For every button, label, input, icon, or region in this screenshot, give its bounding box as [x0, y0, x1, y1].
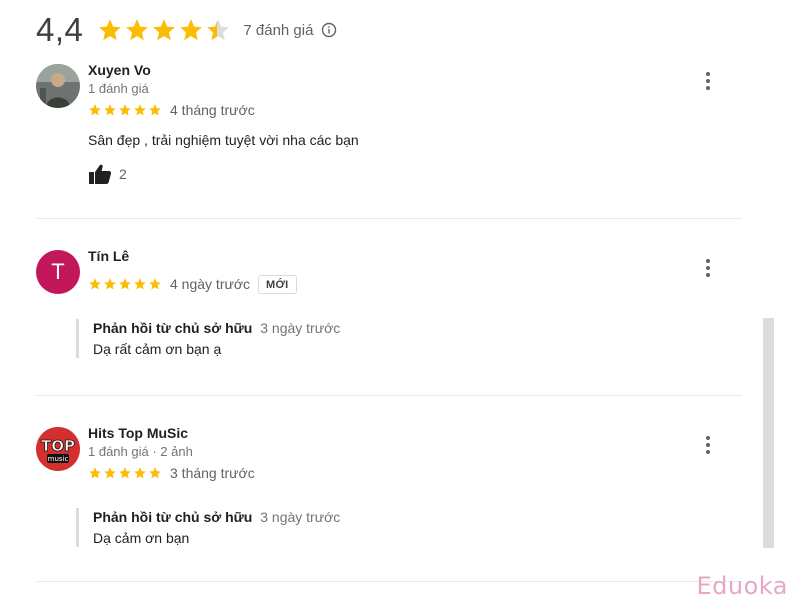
- avatar[interactable]: [36, 64, 80, 108]
- star-icon: [119, 278, 131, 290]
- scrollbar-thumb[interactable]: [763, 318, 774, 548]
- svg-text:TOP: TOP: [41, 437, 75, 455]
- dot: [706, 450, 710, 454]
- divider: [36, 395, 742, 396]
- avatar-letter: T: [51, 259, 65, 284]
- star-icon: [153, 19, 176, 41]
- watermark-logo: Eduoka: [696, 572, 788, 600]
- info-icon[interactable]: [321, 22, 337, 38]
- reviewer-name[interactable]: Tín Lê: [88, 248, 702, 265]
- star-icon: [104, 278, 116, 290]
- average-score: 4,4: [36, 11, 84, 48]
- divider: [36, 218, 742, 219]
- reply-title: Phản hồi từ chủ sở hữu: [93, 509, 253, 525]
- owner-reply: Phản hồi từ chủ sở hữu 3 ngày trước Dạ r…: [76, 319, 702, 358]
- star-icon: [89, 104, 101, 116]
- star-icon: [149, 467, 161, 479]
- top-music-logo-icon: TOP music: [36, 427, 80, 471]
- review-time: 4 ngày trước: [170, 276, 251, 292]
- more-options-button[interactable]: [704, 259, 712, 277]
- more-options-button[interactable]: [704, 72, 712, 90]
- thumbs-up-icon: [89, 164, 112, 184]
- star-icon: [104, 104, 116, 116]
- reviewer-meta: 1 đánh giá: [88, 81, 149, 96]
- star-icon: [149, 104, 161, 116]
- star-icon: [134, 467, 146, 479]
- partial-star-icon: [207, 19, 230, 41]
- new-badge: MỚI: [258, 274, 297, 294]
- star-icon: [104, 467, 116, 479]
- reply-title: Phản hồi từ chủ sở hữu: [93, 320, 253, 336]
- dot: [706, 273, 710, 277]
- like-count: 2: [119, 166, 127, 182]
- dot: [706, 436, 710, 440]
- star-icon: [119, 467, 131, 479]
- reply-text: Dạ rất cảm ơn bạn ạ: [93, 341, 222, 357]
- review-text: Sân đẹp , trải nghiệm tuyệt vời nha các …: [88, 132, 359, 148]
- star-icon: [99, 19, 122, 41]
- divider: [36, 581, 742, 582]
- review-card: T Tín Lê 4 ngày trước MỚI Phản hồi từ ch…: [36, 248, 742, 378]
- dot: [706, 266, 710, 270]
- review-time: 4 tháng trước: [170, 102, 255, 118]
- rating-summary: 4,4 7 đánh giá: [36, 8, 337, 52]
- reply-time: 3 ngày trước: [260, 320, 341, 336]
- reply-time: 3 ngày trước: [260, 509, 341, 525]
- reply-text: Dạ cảm ơn bạn: [93, 530, 190, 546]
- dot: [706, 86, 710, 90]
- star-icon: [134, 104, 146, 116]
- review-card: Xuyen Vo 1 đánh giá 4 tháng trước Sân đẹ…: [36, 62, 742, 212]
- dot: [706, 79, 710, 83]
- star-icon: [119, 104, 131, 116]
- star-icon: [126, 19, 149, 41]
- dot: [706, 72, 710, 76]
- svg-text:music: music: [48, 455, 69, 463]
- owner-reply: Phản hồi từ chủ sở hữu 3 ngày trước Dạ c…: [76, 508, 702, 547]
- review-card: TOP music Hits Top MuSic 1 đánh giá · 2 …: [36, 425, 742, 565]
- review-stars: [88, 103, 162, 117]
- review-stars: [88, 277, 162, 291]
- reviewer-meta: 1 đánh giá · 2 ảnh: [88, 444, 193, 459]
- star-icon: [89, 278, 101, 290]
- like-button[interactable]: 2: [88, 163, 702, 185]
- review-time: 3 tháng trước: [170, 465, 255, 481]
- star-icon: [180, 19, 203, 41]
- review-stars: [88, 466, 162, 480]
- summary-stars: [97, 17, 231, 43]
- review-count[interactable]: 7 đánh giá: [243, 22, 313, 39]
- more-options-button[interactable]: [704, 436, 712, 454]
- reviewer-name[interactable]: Hits Top MuSic: [88, 425, 702, 442]
- dot: [706, 259, 710, 263]
- star-icon: [134, 278, 146, 290]
- avatar[interactable]: TOP music: [36, 427, 80, 471]
- star-icon: [89, 467, 101, 479]
- avatar[interactable]: T: [36, 250, 80, 294]
- star-icon: [149, 278, 161, 290]
- reviewer-name[interactable]: Xuyen Vo: [88, 62, 702, 79]
- dot: [706, 443, 710, 447]
- photo-avatar-icon: [36, 64, 80, 108]
